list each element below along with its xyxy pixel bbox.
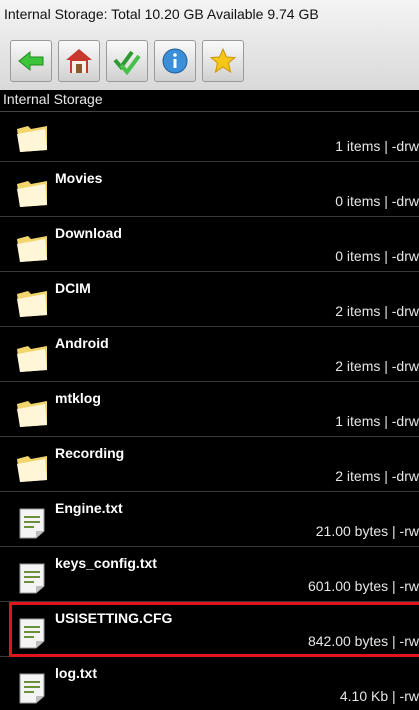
- item-meta: 1 items | -drw: [335, 413, 419, 429]
- multi-select-button[interactable]: [106, 40, 148, 82]
- folder-icon: [14, 450, 50, 486]
- folder-icon: [14, 175, 50, 211]
- back-button[interactable]: [10, 40, 52, 82]
- storage-info: Internal Storage: Total 10.20 GB Availab…: [4, 6, 319, 22]
- item-meta: 2 items | -drw: [335, 358, 419, 374]
- item-meta: 0 items | -drw: [335, 248, 419, 264]
- file-row[interactable]: log.txt 4.10 Kb | -rw: [0, 657, 419, 710]
- folder-icon: [14, 285, 50, 321]
- star-icon: [209, 47, 237, 74]
- folder-row[interactable]: DCIM 2 items | -drw: [0, 272, 419, 327]
- green-left-arrow-icon: [18, 50, 44, 72]
- folder-row[interactable]: Android 2 items | -drw: [0, 327, 419, 382]
- document-icon: [14, 670, 50, 706]
- document-icon: [14, 505, 50, 541]
- checkmarks-icon: [113, 50, 141, 76]
- item-name: Movies: [55, 170, 103, 186]
- home-icon: [66, 49, 92, 73]
- file-list: Pictures 1 items | -drw Movies 0 items | -…: [0, 112, 419, 710]
- item-meta: 0 items | -drw: [335, 193, 419, 209]
- folder-row[interactable]: Recording 2 items | -drw: [0, 437, 419, 492]
- folder-row[interactable]: Pictures 1 items | -drw: [0, 112, 419, 162]
- home-button[interactable]: [58, 40, 100, 82]
- item-name: mtklog: [55, 390, 101, 406]
- file-row[interactable]: Engine.txt 21.00 bytes | -rw: [0, 492, 419, 547]
- item-name: Pictures: [55, 112, 102, 113]
- item-meta: 1 items | -drw: [335, 138, 419, 154]
- document-icon: [14, 560, 50, 596]
- highlight-box: [9, 602, 419, 657]
- item-name: Android: [55, 335, 109, 351]
- file-row[interactable]: keys_config.txt 601.00 bytes | -rw: [0, 547, 419, 602]
- folder-icon: [14, 395, 50, 431]
- path-bar: Internal Storage: [0, 90, 419, 112]
- item-meta: 4.10 Kb | -rw: [339, 688, 419, 704]
- folder-row[interactable]: mtklog 1 items | -drw: [0, 382, 419, 437]
- item-name: Download: [55, 225, 122, 241]
- toolbar: [10, 40, 244, 84]
- folder-row[interactable]: Movies 0 items | -drw: [0, 162, 419, 217]
- item-meta: 601.00 bytes | -rw: [307, 578, 419, 594]
- item-name: log.txt: [55, 665, 97, 681]
- item-name: Engine.txt: [55, 500, 123, 516]
- folder-icon: [14, 230, 50, 266]
- info-button[interactable]: [154, 40, 196, 82]
- favorites-button[interactable]: [202, 40, 244, 82]
- item-meta: 21.00 bytes | -rw: [315, 523, 419, 539]
- item-name: keys_config.txt: [55, 555, 157, 571]
- folder-icon: [14, 120, 50, 156]
- info-icon: [162, 48, 188, 74]
- folder-icon: [14, 340, 50, 376]
- item-meta: 2 items | -drw: [335, 468, 419, 484]
- folder-row[interactable]: Download 0 items | -drw: [0, 217, 419, 272]
- item-name: DCIM: [55, 280, 91, 296]
- item-name: Recording: [55, 445, 125, 461]
- item-meta: 2 items | -drw: [335, 303, 419, 319]
- top-bar: Internal Storage: Total 10.20 GB Availab…: [0, 0, 419, 90]
